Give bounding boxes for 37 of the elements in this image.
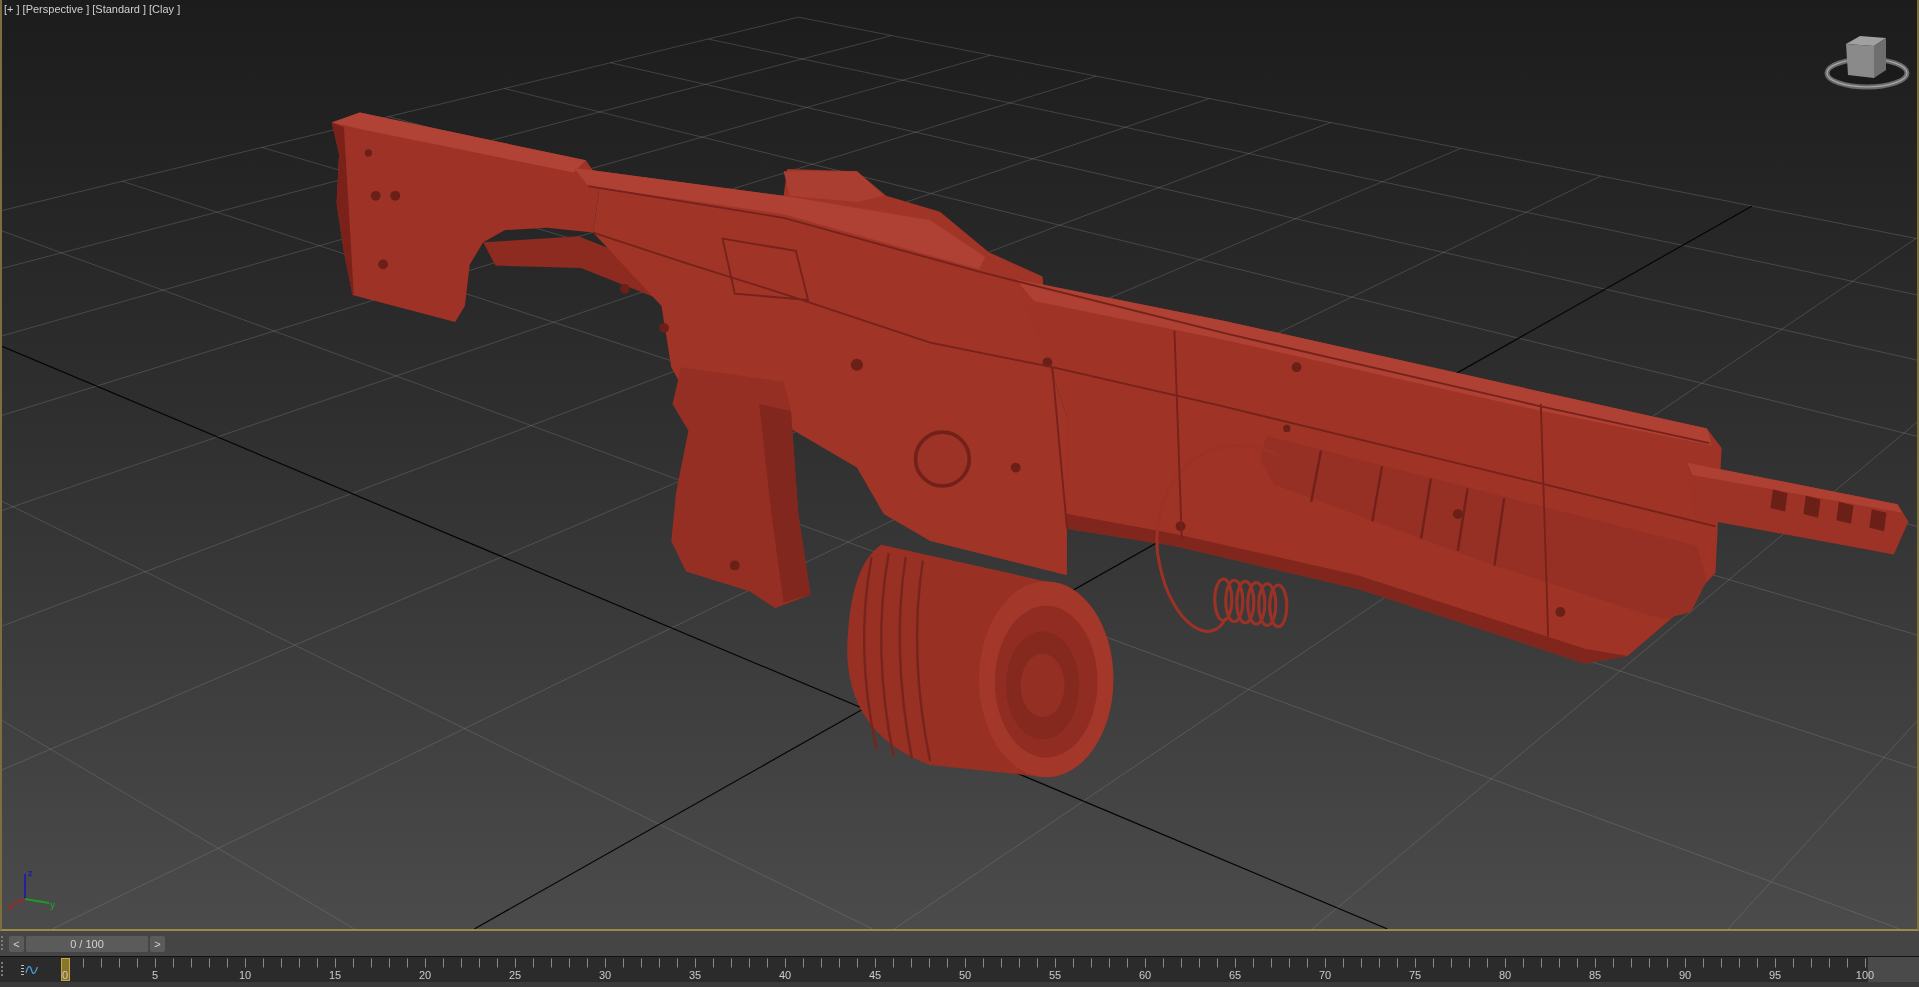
frame-number: 0 <box>61 969 69 982</box>
frame-number: 5 <box>151 969 159 982</box>
frame-number: 10 <box>238 969 252 982</box>
frame-number: 85 <box>1588 969 1602 982</box>
frame-number: 55 <box>1048 969 1062 982</box>
viewport-menu[interactable]: [+ ] <box>4 2 20 17</box>
frame-number: 95 <box>1768 969 1782 982</box>
viewport-menu[interactable]: [Standard ] <box>92 2 147 17</box>
grip-icon[interactable] <box>1 961 4 978</box>
current-frame-marker[interactable] <box>60 958 70 981</box>
frame-number: 20 <box>418 969 432 982</box>
axis-label: z <box>28 868 33 878</box>
frame-number: 100 <box>1855 969 1875 982</box>
frame-number: 40 <box>778 969 792 982</box>
time-slider-thumb[interactable]: 0 / 100 <box>26 935 148 952</box>
axis-label: x <box>8 902 13 910</box>
frame-number: 80 <box>1498 969 1512 982</box>
next-frame-button[interactable]: > <box>150 935 165 952</box>
frame-number: 60 <box>1138 969 1152 982</box>
previous-frame-button[interactable]: < <box>9 935 24 952</box>
track-bar[interactable]: 0 5 10 15 20 25 30 35 40 45 50 55 60 65 70 75 80 85 90 95 100 <box>0 956 1919 982</box>
frame-number: 70 <box>1318 969 1332 982</box>
frame-number: 65 <box>1228 969 1242 982</box>
frame-number: 30 <box>598 969 612 982</box>
frame-number: 35 <box>688 969 702 982</box>
frame-number: 90 <box>1678 969 1692 982</box>
frame-number: 25 <box>508 969 522 982</box>
grip-icon[interactable] <box>1 935 4 952</box>
frame-number: 15 <box>328 969 342 982</box>
viewport-menu[interactable]: [Clay ] <box>149 2 181 17</box>
frame-number: 75 <box>1408 969 1422 982</box>
time-slider-track[interactable]: < 0 / 100 > <box>0 931 1919 956</box>
frame-number: 45 <box>868 969 882 982</box>
viewport-menu[interactable]: [Perspective ] <box>22 2 90 17</box>
curve-icon[interactable] <box>21 963 38 976</box>
axis-label: y <box>50 900 55 910</box>
frame-number: 50 <box>958 969 972 982</box>
